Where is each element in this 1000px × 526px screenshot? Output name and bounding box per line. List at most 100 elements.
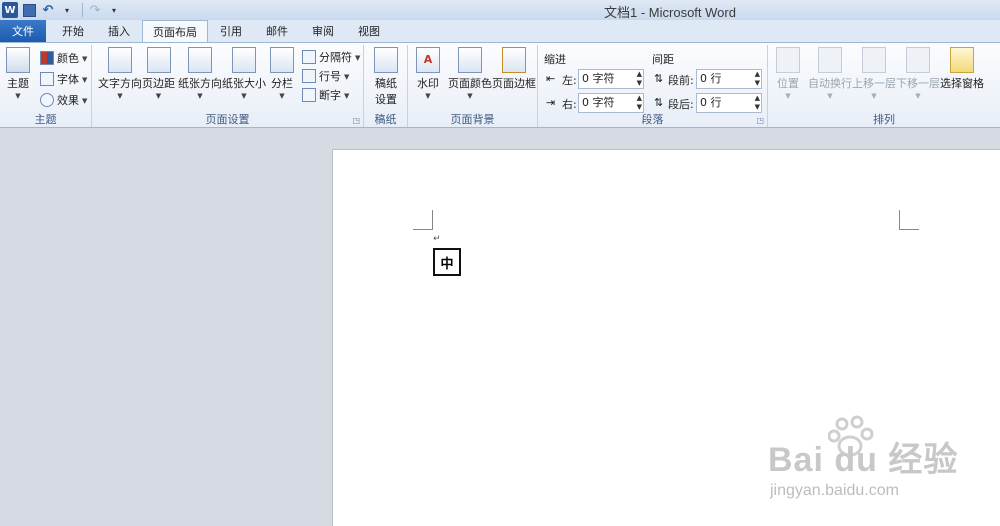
group-page-background: A 水印 ▼ 页面颜色 ▼ 页面边框 页面背景: [408, 45, 538, 127]
columns-icon: [270, 47, 294, 73]
line-numbers-label: 行号: [319, 70, 341, 83]
enclosed-character[interactable]: 中: [433, 248, 461, 276]
paragraph-launcher-icon[interactable]: ◳: [756, 116, 764, 125]
indent-right-label: 右:: [562, 98, 577, 111]
spinner-icon[interactable]: ▲ ▼: [637, 94, 642, 112]
chevron-down-icon: ▼: [279, 92, 285, 100]
manuscript-settings-button[interactable]: 稿纸 设置: [374, 47, 398, 107]
margins-button[interactable]: 页边距 ▼: [142, 47, 175, 100]
tab-references[interactable]: 引用: [208, 20, 254, 42]
theme-colors-button[interactable]: 颜色 ▼: [40, 49, 87, 67]
theme-effects-button[interactable]: 效果 ▼: [40, 91, 87, 109]
wrap-text-label: 自动换行: [808, 77, 852, 90]
line-numbers-button[interactable]: 行号 ▼: [302, 67, 349, 85]
spacing-before-value: 0 行: [700, 72, 722, 85]
send-backward-label: 下移一层: [896, 77, 940, 90]
spacing-after-icon: ⇅: [654, 96, 664, 109]
chevron-down-icon: ▼: [871, 92, 877, 100]
orientation-icon: [188, 47, 212, 73]
page-color-button[interactable]: 页面颜色 ▼: [448, 47, 492, 100]
group-themes: 主题 ▼ 颜色 ▼ 字体 ▼ 效果 ▼ 主题: [0, 45, 92, 127]
spacing-before-field[interactable]: 0 行 ▲ ▼: [696, 69, 762, 89]
columns-label: 分栏: [271, 77, 293, 90]
page-borders-label: 页面边框: [492, 77, 536, 90]
indent-right-value: 0 字符: [582, 96, 615, 109]
chevron-down-icon: ▼: [915, 92, 921, 100]
chevron-down-icon: ▼: [467, 92, 473, 100]
selection-pane-button[interactable]: 选择窗格: [940, 47, 984, 91]
tab-view[interactable]: 视图: [346, 20, 392, 42]
spinner-icon[interactable]: ▲ ▼: [755, 70, 760, 88]
chevron-down-icon: ▼: [355, 53, 361, 62]
spacing-after-label: 段后:: [668, 98, 694, 111]
spinner-icon[interactable]: ▲ ▼: [637, 70, 642, 88]
chevron-down-icon: ▼: [241, 92, 247, 100]
tab-file[interactable]: 文件: [0, 20, 46, 42]
breaks-icon: [302, 50, 316, 64]
wrap-text-button[interactable]: 自动换行 ▼: [808, 47, 852, 100]
tab-insert[interactable]: 插入: [96, 20, 142, 42]
group-paragraph: 缩进 间距 ⇤ 左: 0 字符 ▲ ▼ ⇥ 右: 0 字符 ▲ ▼ ⇅ 段前: 0 …: [538, 45, 768, 127]
group-label-themes: 主题: [34, 113, 57, 126]
chevron-down-icon: ▼: [155, 92, 162, 100]
indent-left-field[interactable]: 0 字符 ▲ ▼: [578, 69, 644, 89]
text-direction-button[interactable]: 文字方向 ▼: [98, 47, 142, 100]
chevron-down-icon: ▼: [117, 92, 123, 100]
tab-home[interactable]: 开始: [50, 20, 96, 42]
title-bar: W ↶ ▾ ↷ ▾ 文档1 - Microsoft Word: [0, 0, 1000, 20]
margins-label: 页边距: [142, 77, 175, 90]
chevron-down-icon: ▼: [82, 75, 88, 84]
wrap-text-icon: [818, 47, 842, 73]
spacing-after-field[interactable]: 0 行 ▲ ▼: [696, 93, 762, 113]
theme-colors-label: 颜色: [57, 52, 79, 65]
columns-button[interactable]: 分栏 ▼: [270, 47, 294, 100]
paragraph-mark: ↵: [433, 234, 441, 244]
theme-fonts-label: 字体: [57, 73, 79, 86]
bring-forward-icon: [862, 47, 886, 73]
send-backward-button[interactable]: 下移一层 ▼: [896, 47, 940, 100]
page-setup-launcher-icon[interactable]: ◳: [352, 116, 360, 125]
page-color-label: 页面颜色: [448, 77, 492, 90]
chevron-down-icon: ▼: [15, 92, 21, 100]
breaks-button[interactable]: 分隔符 ▼: [302, 48, 360, 66]
bring-forward-button[interactable]: 上移一层 ▼: [852, 47, 896, 100]
themes-button[interactable]: 主题 ▼: [6, 47, 30, 100]
chevron-down-icon: ▼: [785, 92, 791, 100]
indent-left-value: 0 字符: [582, 72, 615, 85]
selection-pane-label: 选择窗格: [940, 77, 984, 90]
indent-right-field[interactable]: 0 字符 ▲ ▼: [578, 93, 644, 113]
position-button[interactable]: 位置 ▼: [776, 47, 800, 100]
spinner-icon[interactable]: ▲ ▼: [755, 94, 760, 112]
page-borders-icon: [502, 47, 526, 73]
size-button[interactable]: 纸张大小 ▼: [222, 47, 266, 100]
indent-left-icon: ⇤: [546, 72, 556, 85]
tab-review[interactable]: 审阅: [300, 20, 346, 42]
tab-mailings[interactable]: 邮件: [254, 20, 300, 42]
group-label-manuscript: 稿纸: [374, 113, 397, 126]
orientation-label: 纸张方向: [178, 77, 222, 90]
margins-icon: [146, 47, 171, 73]
watermark-button[interactable]: A 水印 ▼: [416, 47, 440, 100]
chevron-down-icon: ▼: [344, 72, 350, 81]
group-manuscript: 稿纸 设置 稿纸: [364, 45, 408, 127]
group-label-paragraph: 段落: [641, 113, 664, 126]
hyphenation-button[interactable]: 断字 ▼: [302, 86, 349, 104]
chevron-down-icon: ▼: [425, 92, 431, 100]
text-direction-icon: [108, 47, 132, 73]
position-icon: [776, 47, 800, 73]
ribbon-tabs: 文件 开始 插入 页面布局 引用 邮件 审阅 视图: [0, 20, 1000, 42]
spacing-before-label: 段前:: [668, 74, 694, 87]
themes-label: 主题: [7, 77, 29, 90]
spacing-before-icon: ⇅: [654, 72, 664, 85]
chevron-down-icon: ▼: [197, 92, 203, 100]
orientation-button[interactable]: 纸张方向 ▼: [178, 47, 222, 100]
page-color-icon: [458, 47, 482, 73]
chevron-down-icon: ▼: [82, 96, 88, 105]
indent-left-label: 左:: [562, 74, 577, 87]
manuscript-icon: [374, 47, 398, 73]
page-borders-button[interactable]: 页面边框: [492, 47, 536, 91]
position-label: 位置: [777, 77, 799, 90]
theme-fonts-button[interactable]: 字体 ▼: [40, 70, 87, 88]
tab-page-layout[interactable]: 页面布局: [142, 20, 208, 42]
size-label: 纸张大小: [222, 77, 266, 90]
